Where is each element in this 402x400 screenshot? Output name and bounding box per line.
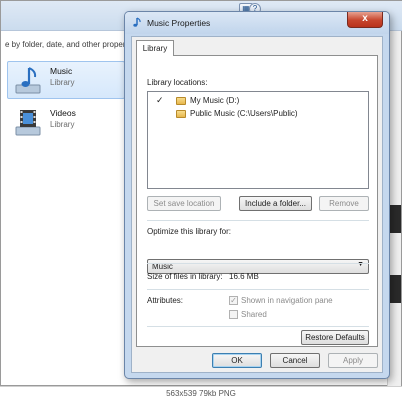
dialog-client-area: Library Library locations: ✓ My Music (D… bbox=[131, 36, 383, 373]
library-locations-label: Library locations: bbox=[147, 78, 208, 87]
location-path: My Music (D:) bbox=[190, 96, 240, 105]
library-locations-list[interactable]: ✓ My Music (D:) Public Music (C:\Users\P… bbox=[147, 91, 369, 189]
cancel-button[interactable]: Cancel bbox=[270, 353, 320, 368]
include-folder-button[interactable]: Include a folder... bbox=[239, 196, 312, 211]
shown-in-navigation-label: Shown in navigation pane bbox=[241, 296, 333, 305]
divider bbox=[147, 326, 369, 327]
divider bbox=[147, 263, 369, 264]
restore-defaults-button[interactable]: Restore Defaults bbox=[301, 330, 369, 345]
library-item-videos[interactable]: Videos Library bbox=[7, 103, 125, 141]
library-name: Music bbox=[50, 66, 73, 76]
apply-button[interactable]: Apply bbox=[328, 353, 378, 368]
video-library-icon bbox=[15, 110, 41, 136]
location-path: Public Music (C:\Users\Public) bbox=[190, 109, 298, 118]
ok-button[interactable]: OK bbox=[212, 353, 262, 368]
folder-icon bbox=[176, 110, 186, 118]
image-caption: 563x539 79kb PNG bbox=[0, 386, 402, 400]
library-item-music[interactable]: Music Library bbox=[7, 61, 125, 99]
list-item[interactable]: Public Music (C:\Users\Public) bbox=[148, 108, 368, 120]
shared-checkbox[interactable] bbox=[229, 310, 238, 319]
arrange-description: e by folder, date, and other proper bbox=[5, 40, 126, 49]
library-name: Videos bbox=[50, 108, 76, 118]
attributes-label: Attributes: bbox=[147, 296, 184, 305]
library-type: Library bbox=[50, 78, 75, 87]
remove-button[interactable]: Remove bbox=[319, 196, 369, 211]
size-label: Size of files in library: bbox=[147, 272, 223, 281]
set-save-location-button[interactable]: Set save location bbox=[147, 196, 221, 211]
divider bbox=[147, 220, 369, 221]
tab-library[interactable]: Library bbox=[136, 40, 174, 56]
dialog-titlebar[interactable]: Music Properties x bbox=[125, 12, 389, 34]
library-type: Library bbox=[50, 120, 75, 129]
library-tab-panel: Library locations: ✓ My Music (D:) Publi… bbox=[136, 55, 378, 347]
folder-icon bbox=[176, 97, 186, 105]
default-save-check-icon: ✓ bbox=[156, 95, 164, 105]
music-note-icon bbox=[133, 17, 141, 27]
shown-in-navigation-checkbox[interactable]: ✓ bbox=[229, 296, 238, 305]
music-properties-dialog: Music Properties x Library Library locat… bbox=[124, 11, 390, 379]
dialog-title: Music Properties bbox=[147, 18, 211, 28]
list-item[interactable]: ✓ My Music (D:) bbox=[148, 95, 368, 107]
music-library-icon bbox=[15, 67, 41, 94]
size-value: 16.6 MB bbox=[229, 272, 259, 281]
divider bbox=[147, 289, 369, 290]
optimize-label: Optimize this library for: bbox=[147, 227, 232, 236]
shared-label: Shared bbox=[241, 310, 267, 319]
close-button[interactable]: x bbox=[347, 12, 383, 28]
